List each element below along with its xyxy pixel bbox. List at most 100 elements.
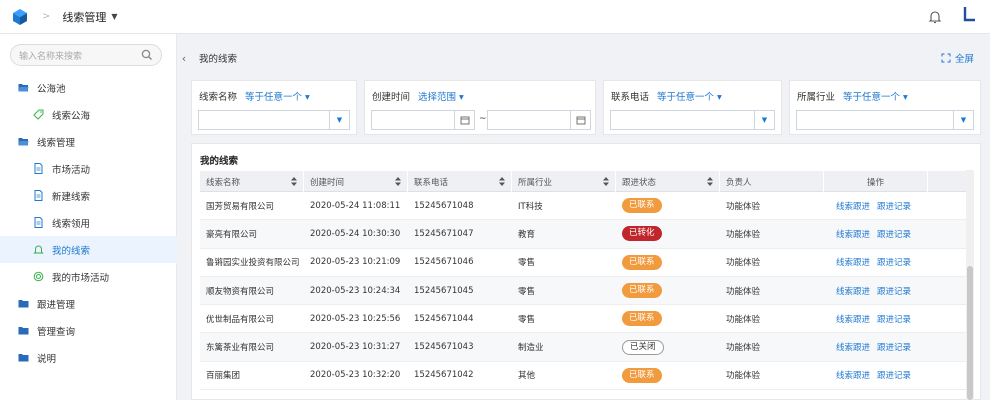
table-cell-phone: 15245671042 — [414, 370, 474, 381]
follow-up-lead-link[interactable]: 线索跟进 — [836, 256, 870, 268]
column-header[interactable]: 跟进状态 — [616, 171, 720, 192]
sidebar-item[interactable]: 我的市场活动 — [0, 263, 177, 290]
follow-up-records-link[interactable]: 跟进记录 — [877, 256, 911, 268]
column-header[interactable]: 联系电话 — [408, 171, 512, 192]
fullscreen-button[interactable]: 全屏 — [941, 51, 974, 65]
filter-lead-name: 线索名称 等于任意一个 ▾ ▼ — [191, 80, 357, 135]
status-badge: 已联系 — [622, 283, 662, 299]
sidebar-item[interactable]: 公海池 — [0, 74, 177, 101]
filter-label: 所属行业 — [797, 92, 836, 103]
follow-up-lead-link[interactable]: 线索跟进 — [836, 369, 870, 381]
table-row[interactable]: 百丽集团 2020-05-23 10:32:20 15245671042 其他 已联系 功… — [200, 362, 968, 391]
column-header-label: 操作 — [866, 177, 884, 188]
document-icon — [33, 190, 44, 201]
follow-up-records-link[interactable]: 跟进记录 — [877, 313, 911, 325]
lead-name-select[interactable]: ▼ — [198, 110, 350, 130]
column-header-label: 创建时间 — [310, 177, 345, 188]
start-date-input[interactable] — [371, 110, 475, 130]
chevron-down-icon[interactable]: ▼ — [953, 111, 973, 129]
notification-bell-icon[interactable] — [928, 9, 942, 25]
filter-condition-dropdown[interactable]: 等于任意一个 ▾ — [657, 89, 722, 103]
sidebar-item[interactable]: 线索领用 — [0, 209, 177, 236]
sidebar-item[interactable]: 跟进管理 — [0, 290, 177, 317]
sidebar-item[interactable]: 市场活动 — [0, 155, 177, 182]
table-row[interactable]: 东篱茶业有限公司 2020-05-23 10:31:27 15245671043 制造… — [200, 333, 968, 362]
table-scrollbar[interactable] — [966, 170, 974, 400]
end-date-input[interactable] — [487, 110, 591, 130]
table-cell-industry: 教育 — [518, 229, 536, 240]
table-body: 国芳贸易有限公司 2020-05-24 11:08:11 15245671048 IT… — [200, 192, 968, 391]
table-row[interactable]: 鲁锵园实业投资有限公司 2020-05-23 10:21:09 1524567104… — [200, 249, 968, 277]
user-avatar-icon[interactable] — [962, 6, 976, 22]
phone-select[interactable]: ▼ — [610, 110, 775, 130]
cube-logo-icon[interactable] — [10, 7, 30, 27]
sidebar-item[interactable]: 说明 — [0, 344, 177, 371]
sort-icon[interactable] — [707, 177, 713, 186]
column-header[interactable]: 所属行业 — [512, 171, 616, 192]
table-cell-industry: 零售 — [518, 258, 536, 269]
table-cell-time: 2020-05-23 10:31:27 — [310, 342, 401, 353]
calendar-icon[interactable] — [454, 111, 474, 129]
follow-up-records-link[interactable]: 跟进记录 — [877, 200, 911, 212]
table-cell-status: 已关闭 — [616, 333, 720, 360]
table-cell-name: 顺友物资有限公司 — [206, 286, 275, 297]
table-row[interactable]: 豪亮有限公司 2020-05-24 10:30:30 15245671047 教育 已转… — [200, 220, 968, 249]
follow-up-records-link[interactable]: 跟进记录 — [877, 285, 911, 297]
table-header: 线索名称 创建时间 联系电话 所属行业 跟进状态 负责人 操作 — [200, 171, 968, 192]
table-cell-status: 已联系 — [616, 277, 720, 304]
filter-condition-dropdown[interactable]: 等于任意一个 ▾ — [843, 89, 908, 103]
table-cell-owner: 功能体验 — [726, 258, 761, 269]
collapse-sidebar-chevron-icon[interactable]: ‹ — [177, 44, 191, 72]
sidebar-item-label: 说明 — [37, 353, 57, 365]
sort-icon[interactable] — [291, 177, 297, 186]
sidebar-menu: 公海池 线索公海 线索管理 市场活动 新建线索 线索领用 我的线索 我的市场活动跟进管理管理查… — [0, 74, 177, 371]
sidebar: 输入名称来搜索 公海池 线索公海 线索管理 市场活动 新建线索 线索领用 我的线索 我的市场活… — [0, 34, 177, 400]
follow-up-records-link[interactable]: 跟进记录 — [877, 369, 911, 381]
table-row[interactable]: 国芳贸易有限公司 2020-05-24 11:08:11 15245671048 IT… — [200, 192, 968, 221]
search-icon[interactable] — [141, 49, 153, 61]
column-header[interactable]: 创建时间 — [304, 171, 408, 192]
chevron-down-icon[interactable]: ▼ — [329, 111, 349, 129]
column-header[interactable]: 线索名称 — [200, 171, 304, 192]
sidebar-item[interactable]: 线索管理 — [0, 128, 177, 155]
follow-up-lead-link[interactable]: 线索跟进 — [836, 200, 870, 212]
sort-icon[interactable] — [499, 177, 505, 186]
industry-select[interactable]: ▼ — [796, 110, 974, 130]
table-row[interactable]: 优世制品有限公司 2020-05-23 10:25:56 15245671044 零售… — [200, 305, 968, 334]
sidebar-item[interactable]: 新建线索 — [0, 182, 177, 209]
table-cell-phone: 15245671046 — [414, 257, 474, 268]
follow-up-records-link[interactable]: 跟进记录 — [877, 228, 911, 240]
filter-industry: 所属行业 等于任意一个 ▾ ▼ — [789, 80, 981, 135]
table-row[interactable]: 顺友物资有限公司 2020-05-23 10:24:34 15245671045 零售… — [200, 276, 968, 306]
follow-up-lead-link[interactable]: 线索跟进 — [836, 341, 870, 353]
table-cell-actions: 线索跟进 跟进记录 — [824, 220, 928, 247]
follow-up-records-link[interactable]: 跟进记录 — [877, 341, 911, 353]
table-cell-phone: 15245671047 — [414, 228, 474, 239]
date-range-separator: ~ — [479, 114, 487, 124]
sidebar-item[interactable]: 线索公海 — [0, 101, 177, 128]
status-badge: 已关闭 — [622, 339, 664, 355]
follow-up-lead-link[interactable]: 线索跟进 — [836, 285, 870, 297]
chevron-down-icon[interactable]: ▼ — [754, 111, 774, 129]
table-cell-name: 东篱茶业有限公司 — [206, 343, 275, 354]
filter-condition-dropdown[interactable]: 等于任意一个 ▾ — [245, 89, 310, 103]
table-cell-industry: IT科技 — [518, 201, 543, 212]
sort-icon[interactable] — [603, 177, 609, 186]
sidebar-item[interactable]: 管理查询 — [0, 317, 177, 344]
filter-label: 线索名称 — [199, 92, 238, 103]
app-title[interactable]: 线索管理 — [62, 9, 106, 25]
sort-icon[interactable] — [395, 177, 401, 186]
sidebar-item[interactable]: 我的线索 — [0, 236, 177, 263]
app-dropdown-caret-icon[interactable]: ▼ — [111, 12, 117, 21]
table-cell-phone: 15245671048 — [414, 200, 474, 211]
table-cell-name: 鲁锵园实业投资有限公司 — [206, 258, 300, 269]
filter-condition-dropdown[interactable]: 选择范围 ▾ — [418, 89, 464, 103]
calendar-icon[interactable] — [570, 111, 590, 129]
follow-up-lead-link[interactable]: 线索跟进 — [836, 313, 870, 325]
follow-up-lead-link[interactable]: 线索跟进 — [836, 228, 870, 240]
sidebar-item-label: 跟进管理 — [37, 299, 76, 311]
column-header-label: 线索名称 — [206, 177, 241, 188]
search-input[interactable]: 输入名称来搜索 — [10, 44, 162, 66]
scrollbar-thumb[interactable] — [967, 266, 973, 400]
table-title: 我的线索 — [200, 156, 239, 167]
